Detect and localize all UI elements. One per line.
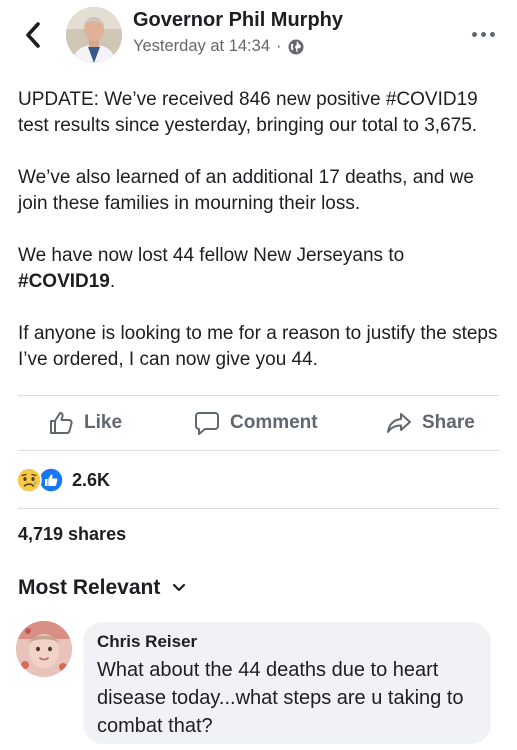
more-options-button[interactable] [468,22,498,46]
reactions-summary[interactable]: 2.6K [16,466,110,494]
post-paragraph: We’ve also learned of an additional 17 d… [18,167,474,214]
post-paragraph: If anyone is looking to me for a reason … [18,323,498,370]
comment-icon [195,412,219,435]
divider [18,508,499,509]
share-button[interactable]: Share [386,396,475,450]
commenter-avatar[interactable] [16,621,72,677]
post-actions: Like Comment Share [0,396,517,450]
share-icon [387,413,411,433]
author-name[interactable]: Governor Phil Murphy [133,9,343,32]
post-paragraph: UPDATE: We’ve received 846 new positive … [18,89,478,136]
author-avatar[interactable] [66,7,122,63]
like-label: Like [84,412,123,433]
divider [18,450,499,451]
commenter-portrait [16,621,72,677]
thumbs-up-icon [50,412,73,434]
like-button[interactable]: Like [48,396,122,450]
share-label: Share [422,412,475,433]
meta-separator: · [276,37,282,55]
more-horizontal-icon [471,31,477,37]
comments-sort-dropdown[interactable]: Most Relevant [18,576,186,600]
comment-author[interactable]: Chris Reiser [97,632,477,652]
globe-icon [288,39,303,54]
comment-bubble[interactable]: Chris Reiser What about the 44 deaths du… [83,622,491,744]
avatar-portrait [66,7,122,63]
post-timestamp[interactable]: Yesterday at 14:34 [133,37,270,56]
sad-reaction-icon [16,467,42,493]
post-meta: Yesterday at 14:34 · [133,37,304,56]
back-button[interactable] [20,20,46,50]
reaction-count: 2.6K [72,469,111,490]
comment-text: What about the 44 deaths due to heart di… [97,659,464,737]
hashtag-link[interactable]: #COVID19 [18,271,110,292]
post-paragraph-text: We have now lost 44 fellow New Jerseyans… [18,245,405,266]
sort-label: Most Relevant [18,576,161,599]
comment-label: Comment [230,412,318,433]
shares-count[interactable]: 4,719 shares [18,524,126,545]
post-header: Governor Phil Murphy Yesterday at 14:34 … [0,0,517,78]
post-paragraph-end: . [109,271,116,292]
post-paragraph: We have now lost 44 fellow New Jerseyans… [18,243,506,295]
comment-button[interactable]: Comment [194,396,318,450]
chevron-down-icon [173,583,186,592]
post-text: UPDATE: We’ve received 846 new positive … [18,87,506,399]
chevron-left-icon [26,22,40,48]
